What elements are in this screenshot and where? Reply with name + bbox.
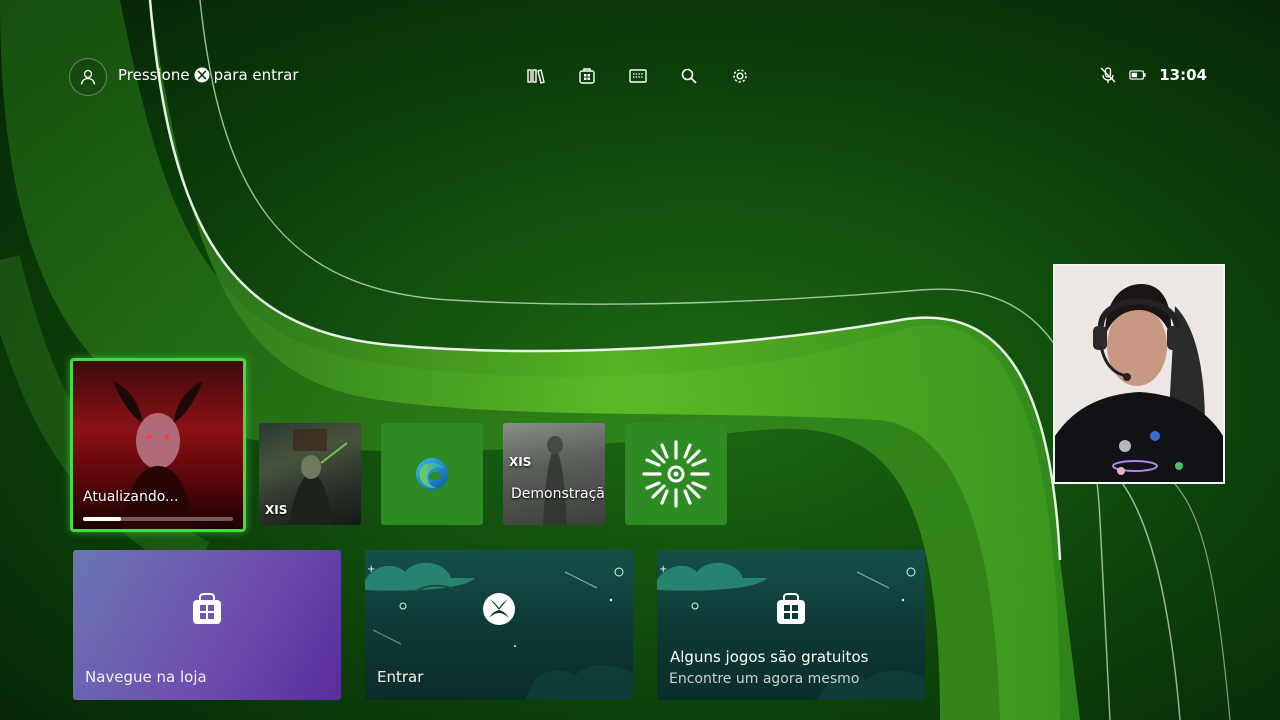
settings-icon[interactable] xyxy=(731,66,749,86)
search-icon[interactable] xyxy=(680,66,698,86)
game-tile-diablo[interactable]: Atualizando... xyxy=(70,358,246,532)
webcam-overlay xyxy=(1053,264,1225,484)
xis-badge: XIS xyxy=(265,503,288,517)
browse-store-label: Navegue na loja xyxy=(85,668,207,686)
sun-app-icon xyxy=(642,440,710,508)
free-games-subtitle: Encontre um agora mesmo xyxy=(669,671,860,687)
game-artwork xyxy=(543,436,567,525)
signin-card[interactable]: + Entrar xyxy=(365,550,633,700)
free-games-title: Alguns jogos são gratuitos xyxy=(670,648,869,666)
library-icon[interactable] xyxy=(527,66,545,86)
signin-suffix: para entrar xyxy=(213,66,299,84)
signin-card-label: Entrar xyxy=(377,668,424,686)
store-bag-icon xyxy=(777,593,805,624)
free-games-card[interactable]: + Alguns jogos são gratuitos Encontre um… xyxy=(657,550,925,700)
xis-badge: XIS xyxy=(509,455,532,469)
game-tile-path-of-exile[interactable]: XIS xyxy=(259,423,361,525)
top-bar: Pressione para entrar 13:04 xyxy=(0,0,1280,155)
update-progress-bar xyxy=(83,517,233,521)
update-progress-fill xyxy=(83,517,121,521)
signin-prompt[interactable]: Pressione para entrar xyxy=(118,66,299,84)
app-tile-edge[interactable] xyxy=(381,423,483,525)
tile-status-label: Atualizando... xyxy=(83,489,179,505)
game-pass-icon[interactable] xyxy=(629,66,647,86)
xbox-button-icon xyxy=(194,67,210,83)
person-icon xyxy=(80,69,96,85)
top-nav-icons xyxy=(527,66,749,86)
xbox-logo-icon xyxy=(483,593,515,625)
profile-avatar-button[interactable] xyxy=(69,58,107,96)
svg-text:+: + xyxy=(367,564,375,575)
signin-prefix: Pressione xyxy=(118,66,190,84)
browse-store-card[interactable]: Navegue na loja xyxy=(73,550,341,700)
demo-label: Demonstração xyxy=(511,486,605,502)
streamer-image xyxy=(1055,266,1223,482)
store-icon[interactable] xyxy=(578,66,596,86)
status-area: 13:04 xyxy=(1099,66,1207,84)
clock-time: 13:04 xyxy=(1159,66,1207,84)
app-tile-sun[interactable] xyxy=(625,423,727,525)
svg-text:+: + xyxy=(659,564,667,575)
game-tile-demo[interactable]: XIS Demonstração xyxy=(503,423,605,525)
store-bag-icon xyxy=(193,593,221,624)
mic-muted-icon xyxy=(1099,66,1117,84)
edge-icon xyxy=(416,458,448,490)
battery-icon xyxy=(1129,66,1147,84)
